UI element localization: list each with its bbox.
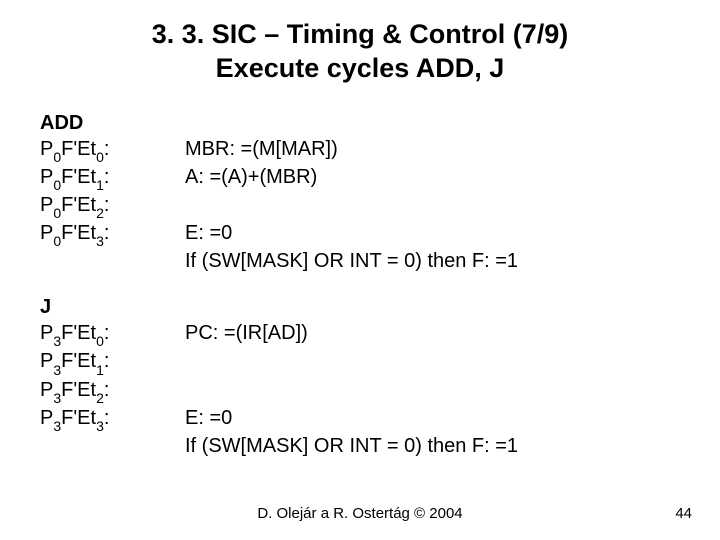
add-val-0: MBR: =(M[MAR]) (185, 136, 680, 164)
j-label-1: P3F'Et1: (40, 348, 185, 376)
add-row-3: P0F'Et3: E: =0 (40, 220, 680, 248)
add-label-0: P0F'Et0: (40, 136, 185, 164)
add-val-3: E: =0 (185, 220, 680, 248)
add-val-1: A: =(A)+(MBR) (185, 164, 680, 192)
slide-title: 3. 3. SIC – Timing & Control (7/9) Execu… (40, 18, 680, 86)
j-label-3: P3F'Et3: (40, 405, 185, 433)
j-heading: J (40, 294, 680, 320)
add-row-1: P0F'Et1: A: =(A)+(MBR) (40, 164, 680, 192)
j-label-0: P3F'Et0: (40, 320, 185, 348)
j-val-1 (185, 348, 680, 376)
footer-author: D. Olejár a R. Ostertág © 2004 (0, 505, 720, 522)
title-line-1: 3. 3. SIC – Timing & Control (7/9) (152, 19, 569, 49)
add-val-2 (185, 192, 680, 220)
j-tail-row: If (SW[MASK] OR INT = 0) then F: =1 (40, 433, 680, 459)
title-line-2: Execute cycles ADD, J (216, 53, 505, 83)
j-val-2 (185, 377, 680, 405)
j-val-0: PC: =(IR[AD]) (185, 320, 680, 348)
add-tail: If (SW[MASK] OR INT = 0) then F: =1 (185, 248, 680, 274)
add-row-0: P0F'Et0: MBR: =(M[MAR]) (40, 136, 680, 164)
add-tail-row: If (SW[MASK] OR INT = 0) then F: =1 (40, 248, 680, 274)
j-val-3: E: =0 (185, 405, 680, 433)
j-row-3: P3F'Et3: E: =0 (40, 405, 680, 433)
j-label-2: P3F'Et2: (40, 377, 185, 405)
slide: 3. 3. SIC – Timing & Control (7/9) Execu… (0, 0, 720, 540)
add-row-2: P0F'Et2: (40, 192, 680, 220)
add-label-3: P0F'Et3: (40, 220, 185, 248)
add-label-2: P0F'Et2: (40, 192, 185, 220)
j-tail: If (SW[MASK] OR INT = 0) then F: =1 (185, 433, 680, 459)
add-label-1: P0F'Et1: (40, 164, 185, 192)
page-number: 44 (675, 505, 692, 522)
j-row-0: P3F'Et0: PC: =(IR[AD]) (40, 320, 680, 348)
j-row-2: P3F'Et2: (40, 377, 680, 405)
slide-content: ADD P0F'Et0: MBR: =(M[MAR]) P0F'Et1: A: … (40, 110, 680, 460)
j-row-1: P3F'Et1: (40, 348, 680, 376)
add-heading: ADD (40, 110, 680, 136)
